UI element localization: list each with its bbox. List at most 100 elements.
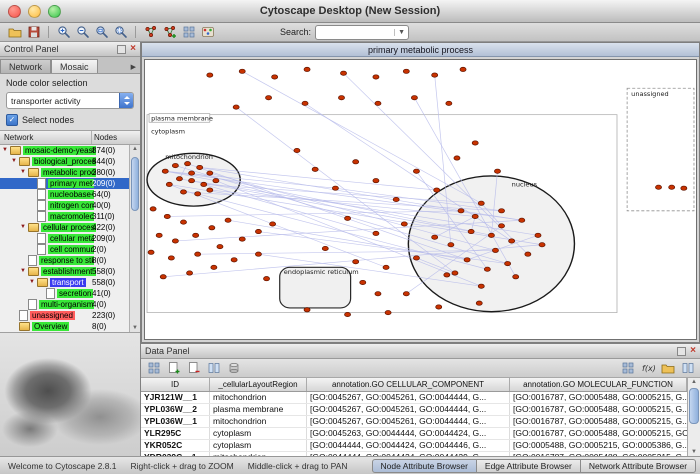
tab-mosaic[interactable]: Mosaic [51, 59, 98, 73]
network-graph[interactable]: plasma membranecytoplasmmitochondrionnuc… [144, 59, 697, 340]
new-network-from-selection-icon[interactable] [161, 25, 178, 40]
table-row[interactable]: YJR121W__1mitochondrion[GO:0045267, GO:0… [141, 392, 687, 404]
network-node[interactable] [498, 209, 504, 213]
tree-row[interactable]: cell communica...2(0) [0, 244, 130, 255]
scroll-down-icon[interactable]: ▼ [688, 449, 700, 455]
network-node[interactable] [270, 222, 276, 226]
expand-triangle-icon[interactable]: ▼ [20, 222, 28, 233]
table-row[interactable]: YPL036W__2plasma membrane[GO:0045267, GO… [141, 404, 687, 416]
zoom-fit-icon[interactable] [112, 25, 129, 40]
network-node[interactable] [207, 188, 213, 192]
table-row[interactable]: YKR052Ccytoplasm[GO:0044444, GO:0044424,… [141, 440, 687, 452]
network-node[interactable] [513, 275, 519, 279]
network-node[interactable] [436, 305, 442, 309]
network-node[interactable] [403, 69, 409, 73]
tree-row[interactable]: cellular metabo...209(0) [0, 233, 130, 244]
network-node[interactable] [375, 292, 381, 296]
zoom-in-icon[interactable] [55, 25, 72, 40]
tree-row[interactable]: multi-organism pro...4(0) [0, 299, 130, 310]
network-node[interactable] [239, 69, 245, 73]
scroll-thumb[interactable] [131, 157, 139, 211]
network-node[interactable] [476, 301, 482, 305]
network-node[interactable] [655, 185, 661, 189]
network-node[interactable] [492, 248, 498, 252]
expand-triangle-icon[interactable]: ▼ [29, 277, 37, 288]
network-node[interactable] [432, 235, 438, 239]
network-node[interactable] [539, 243, 545, 247]
network-node[interactable] [180, 190, 186, 194]
network-node[interactable] [413, 169, 419, 173]
network-node[interactable] [373, 178, 379, 182]
tree-row[interactable]: response to stimu...8(0) [0, 255, 130, 266]
float-panel-icon[interactable] [117, 45, 126, 54]
network-node[interactable] [432, 73, 438, 77]
network-node[interactable] [353, 260, 359, 264]
network-node[interactable] [505, 261, 511, 265]
network-node[interactable] [189, 178, 195, 182]
network-node[interactable] [197, 165, 203, 169]
function-builder-icon[interactable]: f(x) [639, 361, 656, 376]
network-node[interactable] [172, 163, 178, 167]
search-input[interactable]: ▼ [315, 25, 409, 40]
network-node[interactable] [413, 256, 419, 260]
network-edge[interactable] [236, 107, 455, 273]
column-header[interactable]: _cellularLayoutRegion [210, 378, 307, 391]
network-node[interactable] [464, 258, 470, 262]
network-node[interactable] [266, 96, 272, 100]
tab-network-attribute-browser[interactable]: Network Attribute Browser [581, 459, 696, 473]
column-header[interactable]: annotation.GO CELLULAR_COMPONENT [307, 378, 510, 391]
network-node[interactable] [498, 224, 504, 228]
network-node[interactable] [448, 243, 454, 247]
network-node[interactable] [454, 156, 460, 160]
network-node[interactable] [488, 233, 494, 237]
tab-node-attribute-browser[interactable]: Node Attribute Browser [372, 459, 477, 473]
network-node[interactable] [172, 239, 178, 243]
network-node[interactable] [209, 226, 215, 230]
attribute-columns-icon[interactable] [679, 361, 696, 376]
tree-row[interactable]: ▼metabolic process280(0) [0, 167, 130, 178]
table-row[interactable]: YLR295Ccytoplasm[GO:0045263, GO:0044444,… [141, 428, 687, 440]
scroll-up-icon[interactable]: ▲ [688, 379, 700, 385]
network-node[interactable] [304, 308, 310, 312]
tree-row[interactable]: nitrogen compo...40(0) [0, 200, 130, 211]
tree-row[interactable]: nucleobase-c...64(0) [0, 189, 130, 200]
search-dropdown-arrow-icon[interactable]: ▼ [394, 29, 408, 36]
network-node[interactable] [494, 169, 500, 173]
hide-selected-icon[interactable] [142, 25, 159, 40]
network-node[interactable] [519, 218, 525, 222]
network-node[interactable] [264, 277, 270, 281]
network-node[interactable] [312, 167, 318, 171]
network-node[interactable] [468, 229, 474, 233]
network-node[interactable] [669, 185, 675, 189]
tree-column-nodes[interactable]: Nodes [92, 131, 140, 144]
network-node[interactable] [185, 162, 191, 166]
tree-row[interactable]: ▼transport558(0) [0, 277, 130, 288]
expand-triangle-icon[interactable]: ▼ [20, 167, 28, 178]
network-node[interactable] [187, 271, 193, 275]
zoom-out-icon[interactable] [74, 25, 91, 40]
column-header[interactable]: ID [141, 378, 210, 391]
close-panel-icon[interactable]: × [690, 346, 696, 356]
network-canvas[interactable]: plasma membranecytoplasmmitochondrionnuc… [142, 57, 699, 342]
attribute-matrix-icon[interactable] [619, 361, 636, 376]
network-node[interactable] [345, 216, 351, 220]
network-node[interactable] [225, 218, 231, 222]
network-node[interactable] [525, 252, 531, 256]
network-node[interactable] [302, 101, 308, 105]
tree-column-network[interactable]: Network [0, 131, 92, 144]
network-node[interactable] [385, 310, 391, 314]
network-node[interactable] [535, 233, 541, 237]
network-node[interactable] [460, 67, 466, 71]
network-node[interactable] [345, 312, 351, 316]
network-node[interactable] [458, 209, 464, 213]
network-node[interactable] [472, 141, 478, 145]
tab-edge-attribute-browser[interactable]: Edge Attribute Browser [477, 459, 581, 473]
network-node[interactable] [393, 197, 399, 201]
tree-row[interactable]: ▼biological_process844(0) [0, 156, 130, 167]
table-scrollbar[interactable]: ▲ ▼ [687, 378, 700, 456]
float-panel-icon[interactable] [677, 347, 686, 356]
network-node[interactable] [255, 229, 261, 233]
combo-arrows-icon[interactable] [119, 93, 133, 108]
zoom-selected-region-icon[interactable] [93, 25, 110, 40]
tree-row[interactable]: secretion41(0) [0, 288, 130, 299]
